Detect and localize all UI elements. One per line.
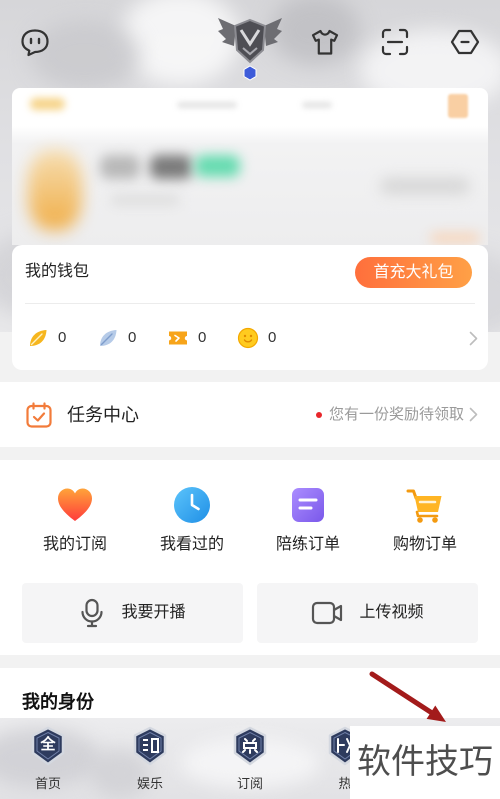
currency-value: 0 bbox=[128, 329, 137, 346]
tab-entertainment[interactable]: 娱乐 bbox=[110, 718, 190, 799]
entertainment-badge-icon bbox=[131, 726, 169, 766]
shortcut-label: 购物订单 bbox=[392, 536, 457, 553]
reward-notice[interactable]: 您有一份奖励待领取 bbox=[315, 382, 478, 447]
profile-page: 我的钱包 首充大礼包 0 0 0 0 任务中心 您有一份奖励待领取 我的订阅 我… bbox=[0, 0, 500, 799]
currency-item[interactable]: 0 bbox=[97, 327, 136, 349]
currency-value: 0 bbox=[58, 329, 67, 346]
video-camera-icon bbox=[312, 601, 343, 625]
upload-video-label: 上传视频 bbox=[359, 604, 424, 621]
shortcut-shopping-orders[interactable]: 购物订单 bbox=[367, 460, 483, 570]
blue-feather-icon bbox=[100, 330, 117, 346]
start-live-label: 我要开播 bbox=[121, 604, 186, 621]
shortcut-label: 我看过的 bbox=[159, 536, 224, 553]
notice-dot bbox=[315, 411, 322, 418]
tab-label: 订阅 bbox=[236, 776, 263, 791]
wallet-card: 我的钱包 首充大礼包 0 0 0 0 bbox=[12, 245, 488, 370]
reward-notice-text: 您有一份奖励待领取 bbox=[328, 405, 464, 423]
ticket-icon bbox=[169, 331, 187, 345]
shortcut-section: 我的订阅 我看过的 陪练订单 购物订单 我要开播 上传视频 bbox=[0, 460, 500, 655]
home-badge-icon: 全 bbox=[29, 726, 67, 766]
home-badge-glyph: 全 bbox=[40, 736, 56, 753]
identity-section: 我的身份 bbox=[0, 668, 500, 718]
tab-label: 首页 bbox=[34, 776, 61, 791]
calendar-check-icon bbox=[25, 401, 53, 429]
tab-subscriptions[interactable]: 订阅 bbox=[210, 718, 290, 799]
blurred-profile-card[interactable] bbox=[12, 88, 488, 245]
cart-icon bbox=[405, 485, 445, 525]
document-icon bbox=[288, 485, 328, 525]
clock-icon bbox=[172, 485, 212, 525]
wallet-title: 我的钱包 bbox=[25, 263, 90, 280]
first-charge-gift-button[interactable]: 首充大礼包 bbox=[355, 257, 472, 288]
gold-leaf-icon bbox=[30, 330, 47, 346]
tshirt-icon[interactable] bbox=[309, 26, 341, 58]
currency-item[interactable]: 0 bbox=[27, 327, 66, 349]
hexagon-menu-icon[interactable] bbox=[449, 26, 481, 58]
crest-emblem-icon[interactable] bbox=[214, 12, 286, 82]
currency-item[interactable]: 0 bbox=[167, 327, 206, 349]
tab-label: 娱乐 bbox=[136, 776, 163, 791]
chat-icon[interactable] bbox=[19, 26, 51, 58]
heart-icon bbox=[55, 485, 95, 525]
chevron-right-icon[interactable] bbox=[469, 331, 478, 346]
start-live-button[interactable]: 我要开播 bbox=[22, 583, 243, 643]
shortcut-label: 陪练订单 bbox=[275, 536, 340, 553]
shortcut-my-subscriptions[interactable]: 我的订阅 bbox=[17, 460, 133, 570]
smiley-coin-icon bbox=[237, 327, 259, 349]
currency-value: 0 bbox=[198, 329, 207, 346]
tab-home[interactable]: 全 首页 bbox=[8, 718, 88, 799]
task-center-row[interactable]: 任务中心 您有一份奖励待领取 bbox=[0, 382, 500, 447]
divider bbox=[25, 303, 475, 304]
scan-icon[interactable] bbox=[379, 26, 411, 58]
watermark: 软件技巧 bbox=[350, 726, 500, 799]
shortcut-coaching-orders[interactable]: 陪练订单 bbox=[250, 460, 366, 570]
microphone-icon bbox=[81, 598, 104, 628]
upload-video-button[interactable]: 上传视频 bbox=[257, 583, 478, 643]
shortcut-label: 我的订阅 bbox=[42, 536, 107, 553]
chevron-right-icon bbox=[469, 407, 478, 422]
shortcut-watch-history[interactable]: 我看过的 bbox=[134, 460, 250, 570]
subscribe-badge-icon bbox=[231, 726, 269, 766]
task-center-title: 任务中心 bbox=[67, 405, 139, 425]
currency-value: 0 bbox=[268, 329, 277, 346]
currency-item[interactable]: 0 bbox=[237, 327, 276, 349]
identity-title: 我的身份 bbox=[22, 692, 94, 712]
